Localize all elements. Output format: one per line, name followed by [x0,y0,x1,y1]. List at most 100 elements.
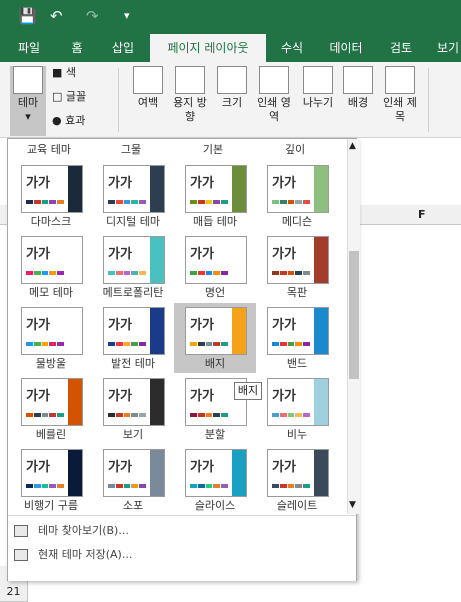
theme-color-swatch [303,413,310,417]
theme-label[interactable]: 교육 테마 [14,141,84,157]
theme-tile[interactable]: 가가 소포 [92,445,174,515]
theme-color-swatch [49,342,57,346]
theme-label[interactable]: 그물 [96,141,166,157]
theme-thumbnail: 가가 [21,449,83,497]
theme-accent-strip [314,166,328,212]
tab-page-layout[interactable]: 페이지 레이아웃 [150,34,266,62]
margins-button[interactable]: 여백 [128,66,168,110]
theme-tile[interactable]: 가가 다마스크 [10,161,92,231]
theme-label: 비행기 구름 [23,499,79,512]
theme-label[interactable]: 기본 [178,141,248,157]
theme-color-swatch [272,484,279,488]
theme-tile[interactable]: 가가 디지털 테마 [92,161,174,231]
print-titles-button[interactable]: 인쇄 제목 [380,66,420,124]
theme-color-swatch [139,271,146,275]
theme-color-swatch [108,484,115,488]
quick-access-toolbar: 💾 ↶ ↷ ▾ [0,0,461,34]
save-theme-icon [14,549,28,561]
theme-tile[interactable]: 가가 발전 테마 [92,303,174,373]
colors-label: 색 [65,66,77,79]
theme-color-swatch [123,413,131,417]
orientation-button[interactable]: 용지 방향 [170,66,210,124]
theme-tile[interactable]: 가가 명언 [174,232,256,302]
tab-formulas[interactable]: 수식 [270,34,314,62]
theme-color-swatch [272,271,279,275]
theme-tile[interactable]: 가가 목판 [256,232,338,302]
theme-color-swatch [190,342,197,346]
column-header-f[interactable]: F [418,208,426,221]
ribbon: 테마 ▾ ■ 색 □ 글꼴 ● 효과 여백 용지 방향 크기 인쇄 영역 나누기… [0,62,461,138]
theme-tile[interactable]: 가가 메디슨 [256,161,338,231]
theme-color-swatch [49,271,57,275]
tab-home[interactable]: 홈 [58,34,96,62]
theme-color-bar [26,484,64,488]
background-button[interactable]: 배경 [340,66,376,110]
tab-insert[interactable]: 삽입 [100,34,146,62]
theme-color-bar [190,200,228,204]
theme-color-swatch [115,271,123,275]
redo-icon[interactable]: ↷ [86,7,99,25]
size-button[interactable]: 크기 [212,66,252,110]
save-theme-item[interactable]: 현재 테마 저장(A)... [14,544,132,566]
background-icon [343,66,373,94]
theme-accent-strip [314,379,328,425]
theme-color-swatch [49,200,57,204]
theme-color-swatch [139,413,146,417]
scroll-down-icon[interactable]: ▼ [349,500,356,510]
theme-tile[interactable]: 가가 밴드 [256,303,338,373]
separator [118,68,119,132]
theme-sample-text: 가가 [190,318,214,333]
breaks-button[interactable]: 나누기 [296,66,340,110]
breaks-label: 나누기 [302,96,334,109]
theme-color-swatch [213,484,221,488]
theme-tile[interactable]: 가가 배지 [174,303,256,373]
theme-thumbnail: 가가 [103,378,165,426]
effects-button[interactable]: ● 효과 [52,114,112,128]
theme-tile[interactable]: 가가 메모 테마 [10,232,92,302]
theme-tile[interactable]: 가가 슬레이트 [256,445,338,515]
theme-label: 슬라이스 [194,499,236,512]
theme-tile[interactable]: 가가 베를린 [10,374,92,444]
print-area-button[interactable]: 인쇄 영역 [254,66,294,124]
scrollbar-thumb[interactable] [349,251,359,379]
theme-label[interactable]: 깊이 [260,141,330,157]
theme-tile[interactable]: 가가 슬라이스 [174,445,256,515]
theme-tile[interactable]: 가가 비누 [256,374,338,444]
gallery-scrollbar[interactable]: ▲ ▼ [347,139,360,514]
qat-more-icon[interactable]: ▾ [124,7,130,25]
theme-label: 발전 테마 [111,357,155,370]
theme-sample-text: 가가 [272,247,296,262]
undo-icon[interactable]: ↶ [50,7,63,25]
tab-data[interactable]: 데이터 [318,34,374,62]
theme-color-swatch [123,342,131,346]
separator [428,68,429,132]
theme-sample-text: 가가 [190,176,214,191]
theme-label: 보기 [122,428,144,441]
margins-icon [133,66,163,94]
tab-view[interactable]: 보기 [428,34,461,62]
fonts-button[interactable]: □ 글꼴 [52,90,112,104]
row-header-21[interactable]: 21 [0,582,28,602]
theme-color-swatch [197,342,205,346]
theme-color-swatch [49,413,57,417]
theme-sample-text: 가가 [108,460,132,475]
theme-tile[interactable]: 가가 물방울 [10,303,92,373]
theme-thumbnail: 가가 [103,236,165,284]
size-icon [217,66,247,94]
tab-review[interactable]: 검토 [378,34,424,62]
theme-color-swatch [26,200,33,204]
browse-themes-item[interactable]: 테마 찾아보기(B)... [14,520,129,542]
theme-color-bar [108,342,146,346]
theme-color-bar [272,271,310,275]
theme-tile[interactable]: 가가 매듭 테마 [174,161,256,231]
theme-tile[interactable]: 가가비행기 구름 [10,445,92,515]
scroll-up-icon[interactable]: ▲ [349,141,356,151]
theme-color-swatch [303,342,310,346]
save-icon[interactable]: 💾 [18,7,37,25]
theme-tile[interactable]: 가가 메트로폴리탄 [92,232,174,302]
theme-tile[interactable]: 가가보기 [92,374,174,444]
themes-button[interactable]: 테마 ▾ [10,66,46,136]
theme-label: 베를린 [35,428,67,441]
colors-button[interactable]: ■ 색 [52,66,112,80]
tab-file[interactable]: 파일 [6,34,52,62]
